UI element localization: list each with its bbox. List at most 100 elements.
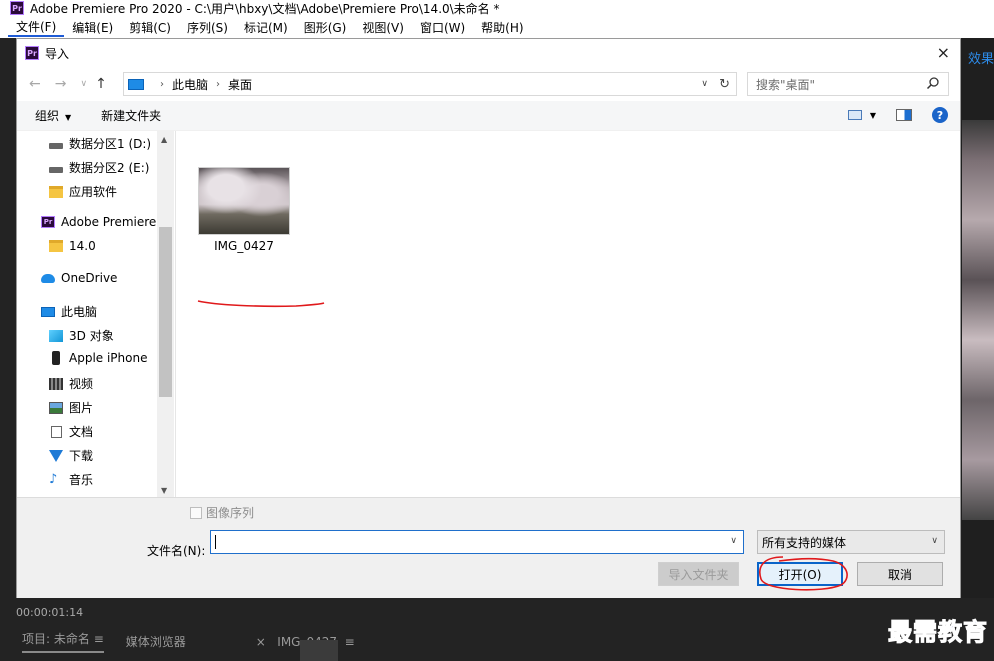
chevron-up-icon[interactable]: ▲ bbox=[161, 135, 167, 144]
scroll-thumb[interactable] bbox=[159, 227, 172, 397]
bottom-panel-tabs: 项目: 未命名 ≡ 媒体浏览器 × IMG_0427 ≡ bbox=[0, 622, 994, 661]
effects-panel-tab[interactable]: 效果 bbox=[968, 48, 994, 67]
sidebar-item-drive-e[interactable]: 数据分区2 (E:) bbox=[49, 159, 149, 176]
drive-icon bbox=[49, 166, 63, 173]
up-arrow-icon[interactable]: ↑ bbox=[95, 76, 107, 92]
image-sequence-label: 图像序列 bbox=[206, 506, 255, 520]
chevron-down-icon[interactable]: ∨ bbox=[701, 79, 708, 89]
play-button[interactable] bbox=[300, 640, 338, 661]
sidebar-item-label: 视频 bbox=[69, 377, 94, 391]
computer-icon bbox=[128, 78, 144, 90]
sidebar-item-documents[interactable]: 文档 bbox=[49, 423, 93, 440]
cube-icon bbox=[49, 329, 63, 342]
caret-down-icon[interactable]: ▼ bbox=[870, 111, 876, 120]
panel-menu-icon: ≡ bbox=[93, 632, 104, 646]
sidebar-item-label: 3D 对象 bbox=[69, 329, 114, 343]
organize-button[interactable]: 组织 ▼ bbox=[35, 107, 71, 124]
search-icon bbox=[926, 77, 939, 90]
phone-icon bbox=[52, 351, 60, 365]
refresh-icon[interactable]: ↻ bbox=[719, 77, 730, 92]
sidebar-item-this-pc[interactable]: 此电脑 bbox=[41, 303, 97, 320]
menu-clip[interactable]: 剪辑(C) bbox=[121, 19, 179, 36]
sidebar-item-drive-d[interactable]: 数据分区1 (D:) bbox=[49, 135, 151, 152]
close-icon[interactable]: × bbox=[256, 635, 266, 649]
dialog-toolbar: 组织 ▼ 新建文件夹 ▼ ? bbox=[17, 101, 960, 131]
file-type-value: 所有支持的媒体 bbox=[762, 535, 847, 550]
address-bar[interactable]: › 此电脑 › 桌面 ∨ ↻ bbox=[123, 72, 737, 96]
dialog-bottom-panel: 图像序列 文件名(N): ∨ 所有支持的媒体 ∨ 导入文件夹 打开(O) 取消 bbox=[17, 497, 960, 598]
download-icon bbox=[49, 449, 63, 462]
filename-input[interactable]: ∨ bbox=[210, 530, 744, 554]
image-thumbnail bbox=[198, 167, 290, 235]
search-input[interactable]: 搜索"桌面" bbox=[747, 72, 949, 96]
sidebar-item-label: 数据分区1 (D:) bbox=[69, 137, 152, 151]
file-item-img-0427[interactable]: IMG_0427 bbox=[198, 167, 290, 253]
navigation-scrollbar[interactable]: ▲ ▼ bbox=[157, 131, 174, 497]
drive-icon bbox=[49, 142, 63, 149]
sidebar-item-label: 14.0 bbox=[69, 239, 96, 253]
chevron-right-icon: › bbox=[160, 78, 164, 90]
text-cursor bbox=[215, 535, 216, 549]
video-icon bbox=[49, 377, 63, 390]
dialog-title-bar: Pr 导入 × bbox=[17, 39, 960, 67]
program-monitor-preview bbox=[962, 120, 994, 520]
sidebar-item-onedrive[interactable]: OneDrive bbox=[41, 271, 117, 285]
sidebar-item-3d-objects[interactable]: 3D 对象 bbox=[49, 327, 114, 344]
document-icon bbox=[51, 425, 62, 438]
folder-icon bbox=[49, 185, 63, 198]
import-dialog: Pr 导入 × ← → ∨ ↑ › 此电脑 › 桌面 ∨ ↻ 搜索"桌面" 组织… bbox=[16, 38, 961, 598]
sidebar-item-label: OneDrive bbox=[61, 271, 118, 285]
recent-locations-icon[interactable]: ∨ bbox=[80, 79, 87, 89]
sidebar-item-music[interactable]: ♪ 音乐 bbox=[49, 471, 93, 488]
sidebar-item-videos[interactable]: 视频 bbox=[49, 375, 93, 392]
sidebar-item-iphone[interactable]: Apple iPhone bbox=[49, 351, 147, 365]
tab-project[interactable]: 项目: 未命名 ≡ bbox=[22, 630, 104, 653]
annotation-circle bbox=[759, 556, 848, 591]
menu-help[interactable]: 帮助(H) bbox=[473, 19, 531, 36]
app-title-bar: Pr Adobe Premiere Pro 2020 - C:\用户\hbxy\… bbox=[0, 0, 994, 16]
sidebar-item-adobe-premiere[interactable]: Pr Adobe Premiere bbox=[41, 215, 156, 229]
navigation-pane: 数据分区1 (D:) 数据分区2 (E:) 应用软件 Pr Adobe Premi… bbox=[17, 131, 174, 497]
close-icon[interactable]: × bbox=[937, 43, 950, 62]
menu-marker[interactable]: 标记(M) bbox=[236, 19, 296, 36]
app-menu-bar: 文件(F) 编辑(E) 剪辑(C) 序列(S) 标记(M) 图形(G) 视图(V… bbox=[0, 16, 994, 38]
menu-graphics[interactable]: 图形(G) bbox=[296, 19, 355, 36]
dialog-title: 导入 bbox=[45, 46, 70, 61]
caret-down-icon: ▼ bbox=[65, 113, 72, 122]
chevron-down-icon[interactable]: ▼ bbox=[161, 486, 167, 495]
sidebar-item-apps[interactable]: 应用软件 bbox=[49, 183, 117, 200]
tab-project-label: 项目: 未命名 bbox=[22, 632, 90, 646]
picture-icon bbox=[49, 401, 63, 414]
sidebar-item-pictures[interactable]: 图片 bbox=[49, 399, 93, 416]
tab-media-browser[interactable]: 媒体浏览器 bbox=[126, 633, 186, 650]
sidebar-item-label: Adobe Premiere bbox=[61, 215, 157, 229]
menu-view[interactable]: 视图(V) bbox=[354, 19, 412, 36]
breadcrumb-this-pc[interactable]: 此电脑 bbox=[172, 76, 208, 93]
import-folder-button[interactable]: 导入文件夹 bbox=[658, 562, 739, 586]
chevron-down-icon: ∨ bbox=[931, 536, 938, 546]
address-row: ← → ∨ ↑ › 此电脑 › 桌面 ∨ ↻ 搜索"桌面" bbox=[17, 67, 960, 101]
breadcrumb-desktop[interactable]: 桌面 bbox=[228, 76, 252, 93]
sidebar-item-14[interactable]: 14.0 bbox=[49, 239, 96, 253]
image-sequence-checkbox[interactable]: 图像序列 bbox=[190, 504, 254, 521]
cancel-button[interactable]: 取消 bbox=[857, 562, 943, 586]
sidebar-item-label: 应用软件 bbox=[69, 185, 118, 199]
view-mode-icon[interactable] bbox=[847, 110, 862, 120]
help-icon[interactable]: ? bbox=[932, 107, 948, 123]
preview-pane-icon[interactable] bbox=[896, 109, 912, 121]
menu-file[interactable]: 文件(F) bbox=[8, 18, 65, 37]
sidebar-item-label: 文档 bbox=[69, 425, 94, 439]
chevron-down-icon[interactable]: ∨ bbox=[730, 536, 737, 546]
premiere-logo-icon: Pr bbox=[25, 46, 39, 60]
app-title: Adobe Premiere Pro 2020 - C:\用户\hbxy\文档\… bbox=[30, 1, 500, 16]
annotation-underline bbox=[197, 300, 325, 308]
file-type-select[interactable]: 所有支持的媒体 ∨ bbox=[757, 530, 945, 554]
menu-sequence[interactable]: 序列(S) bbox=[179, 19, 236, 36]
back-arrow-icon[interactable]: ← bbox=[29, 76, 41, 92]
sidebar-item-downloads[interactable]: 下载 bbox=[49, 447, 93, 464]
menu-window[interactable]: 窗口(W) bbox=[412, 19, 473, 36]
premiere-icon: Pr bbox=[41, 216, 55, 228]
menu-edit[interactable]: 编辑(E) bbox=[64, 19, 121, 36]
forward-arrow-icon[interactable]: → bbox=[55, 76, 67, 92]
new-folder-button[interactable]: 新建文件夹 bbox=[101, 107, 161, 124]
